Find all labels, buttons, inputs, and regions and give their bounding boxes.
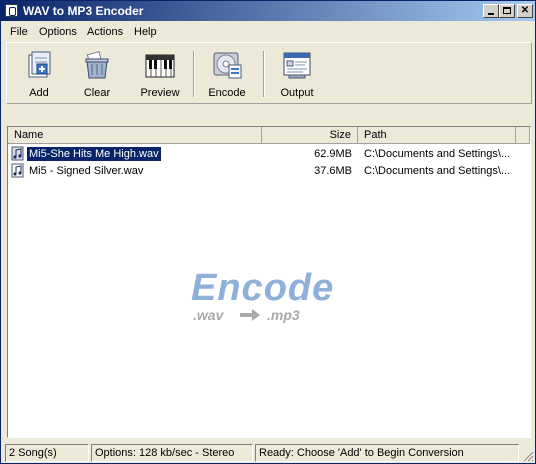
file-size: 62.9MB xyxy=(314,148,352,160)
audio-file-icon xyxy=(11,146,24,161)
status-song-count: 2 Song(s) xyxy=(5,444,89,462)
title-bar[interactable]: WAV to MP3 Encoder ✕ xyxy=(1,1,535,21)
toolbar-separator xyxy=(263,51,265,97)
output-settings-icon xyxy=(283,52,311,79)
file-size: 37.6MB xyxy=(314,165,352,177)
arrow-right-icon xyxy=(240,309,260,321)
status-options: Options: 128 kb/sec - Stereo xyxy=(91,444,253,462)
menu-bar: File Options Actions Help xyxy=(1,22,535,41)
cd-encode-icon xyxy=(213,52,242,79)
toolbar: Add Clear Preview Encode Output xyxy=(6,42,532,104)
watermark-to-format: .mp3 xyxy=(267,307,300,323)
encode-label: Encode xyxy=(208,87,246,99)
list-item[interactable]: Mi5-She Hits Me High.wav 62.9MB C:\Docum… xyxy=(10,146,528,162)
output-button[interactable]: Output xyxy=(275,45,319,101)
menu-help[interactable]: Help xyxy=(134,26,157,38)
minimize-icon xyxy=(488,13,494,15)
maximize-icon xyxy=(503,7,511,14)
close-icon: ✕ xyxy=(520,5,530,16)
window-title: WAV to MP3 Encoder xyxy=(23,4,144,18)
audio-file-icon xyxy=(11,163,24,178)
maximize-button[interactable] xyxy=(499,4,515,18)
menu-actions[interactable]: Actions xyxy=(87,26,123,38)
clear-label: Clear xyxy=(83,87,111,99)
output-label: Output xyxy=(280,87,314,99)
column-header-size[interactable]: Size xyxy=(262,127,358,144)
minimize-button[interactable] xyxy=(483,4,499,18)
menu-options[interactable]: Options xyxy=(39,26,77,38)
status-message: Ready: Choose 'Add' to Begin Conversion xyxy=(255,444,519,462)
trash-icon xyxy=(85,51,109,79)
watermark-title: Encode xyxy=(191,267,335,309)
piano-icon xyxy=(145,54,175,78)
column-header-path[interactable]: Path xyxy=(358,127,516,144)
preview-label: Preview xyxy=(140,87,180,99)
resize-grip-icon[interactable] xyxy=(520,448,534,462)
add-label: Add xyxy=(29,87,49,99)
encode-watermark: Encode .wav .mp3 xyxy=(191,267,371,337)
add-button[interactable]: Add xyxy=(17,45,61,101)
file-name: Mi5-She Hits Me High.wav xyxy=(26,146,162,162)
add-file-icon xyxy=(28,51,51,78)
app-window: WAV to MP3 Encoder ✕ File Options Action… xyxy=(0,0,536,464)
column-header-name[interactable]: Name xyxy=(8,127,262,144)
song-list[interactable]: Name Size Path Mi5-She Hits Me High.wav … xyxy=(7,126,531,438)
app-icon[interactable] xyxy=(5,4,18,17)
preview-button[interactable]: Preview xyxy=(135,45,185,101)
file-name: Mi5 - Signed Silver.wav xyxy=(29,165,144,177)
close-button[interactable]: ✕ xyxy=(517,4,533,18)
toolbar-separator xyxy=(193,51,195,97)
encode-button[interactable]: Encode xyxy=(205,45,249,101)
status-bar: 2 Song(s) Options: 128 kb/sec - Stereo R… xyxy=(1,442,535,463)
file-path: C:\Documents and Settings\... xyxy=(364,148,511,160)
watermark-from-format: .wav xyxy=(193,307,224,323)
column-header-filler xyxy=(516,127,530,144)
menu-file[interactable]: File xyxy=(10,26,28,38)
file-path: C:\Documents and Settings\... xyxy=(364,165,511,177)
clear-button[interactable]: Clear xyxy=(75,45,119,101)
list-item[interactable]: Mi5 - Signed Silver.wav 37.6MB C:\Docume… xyxy=(10,163,528,179)
